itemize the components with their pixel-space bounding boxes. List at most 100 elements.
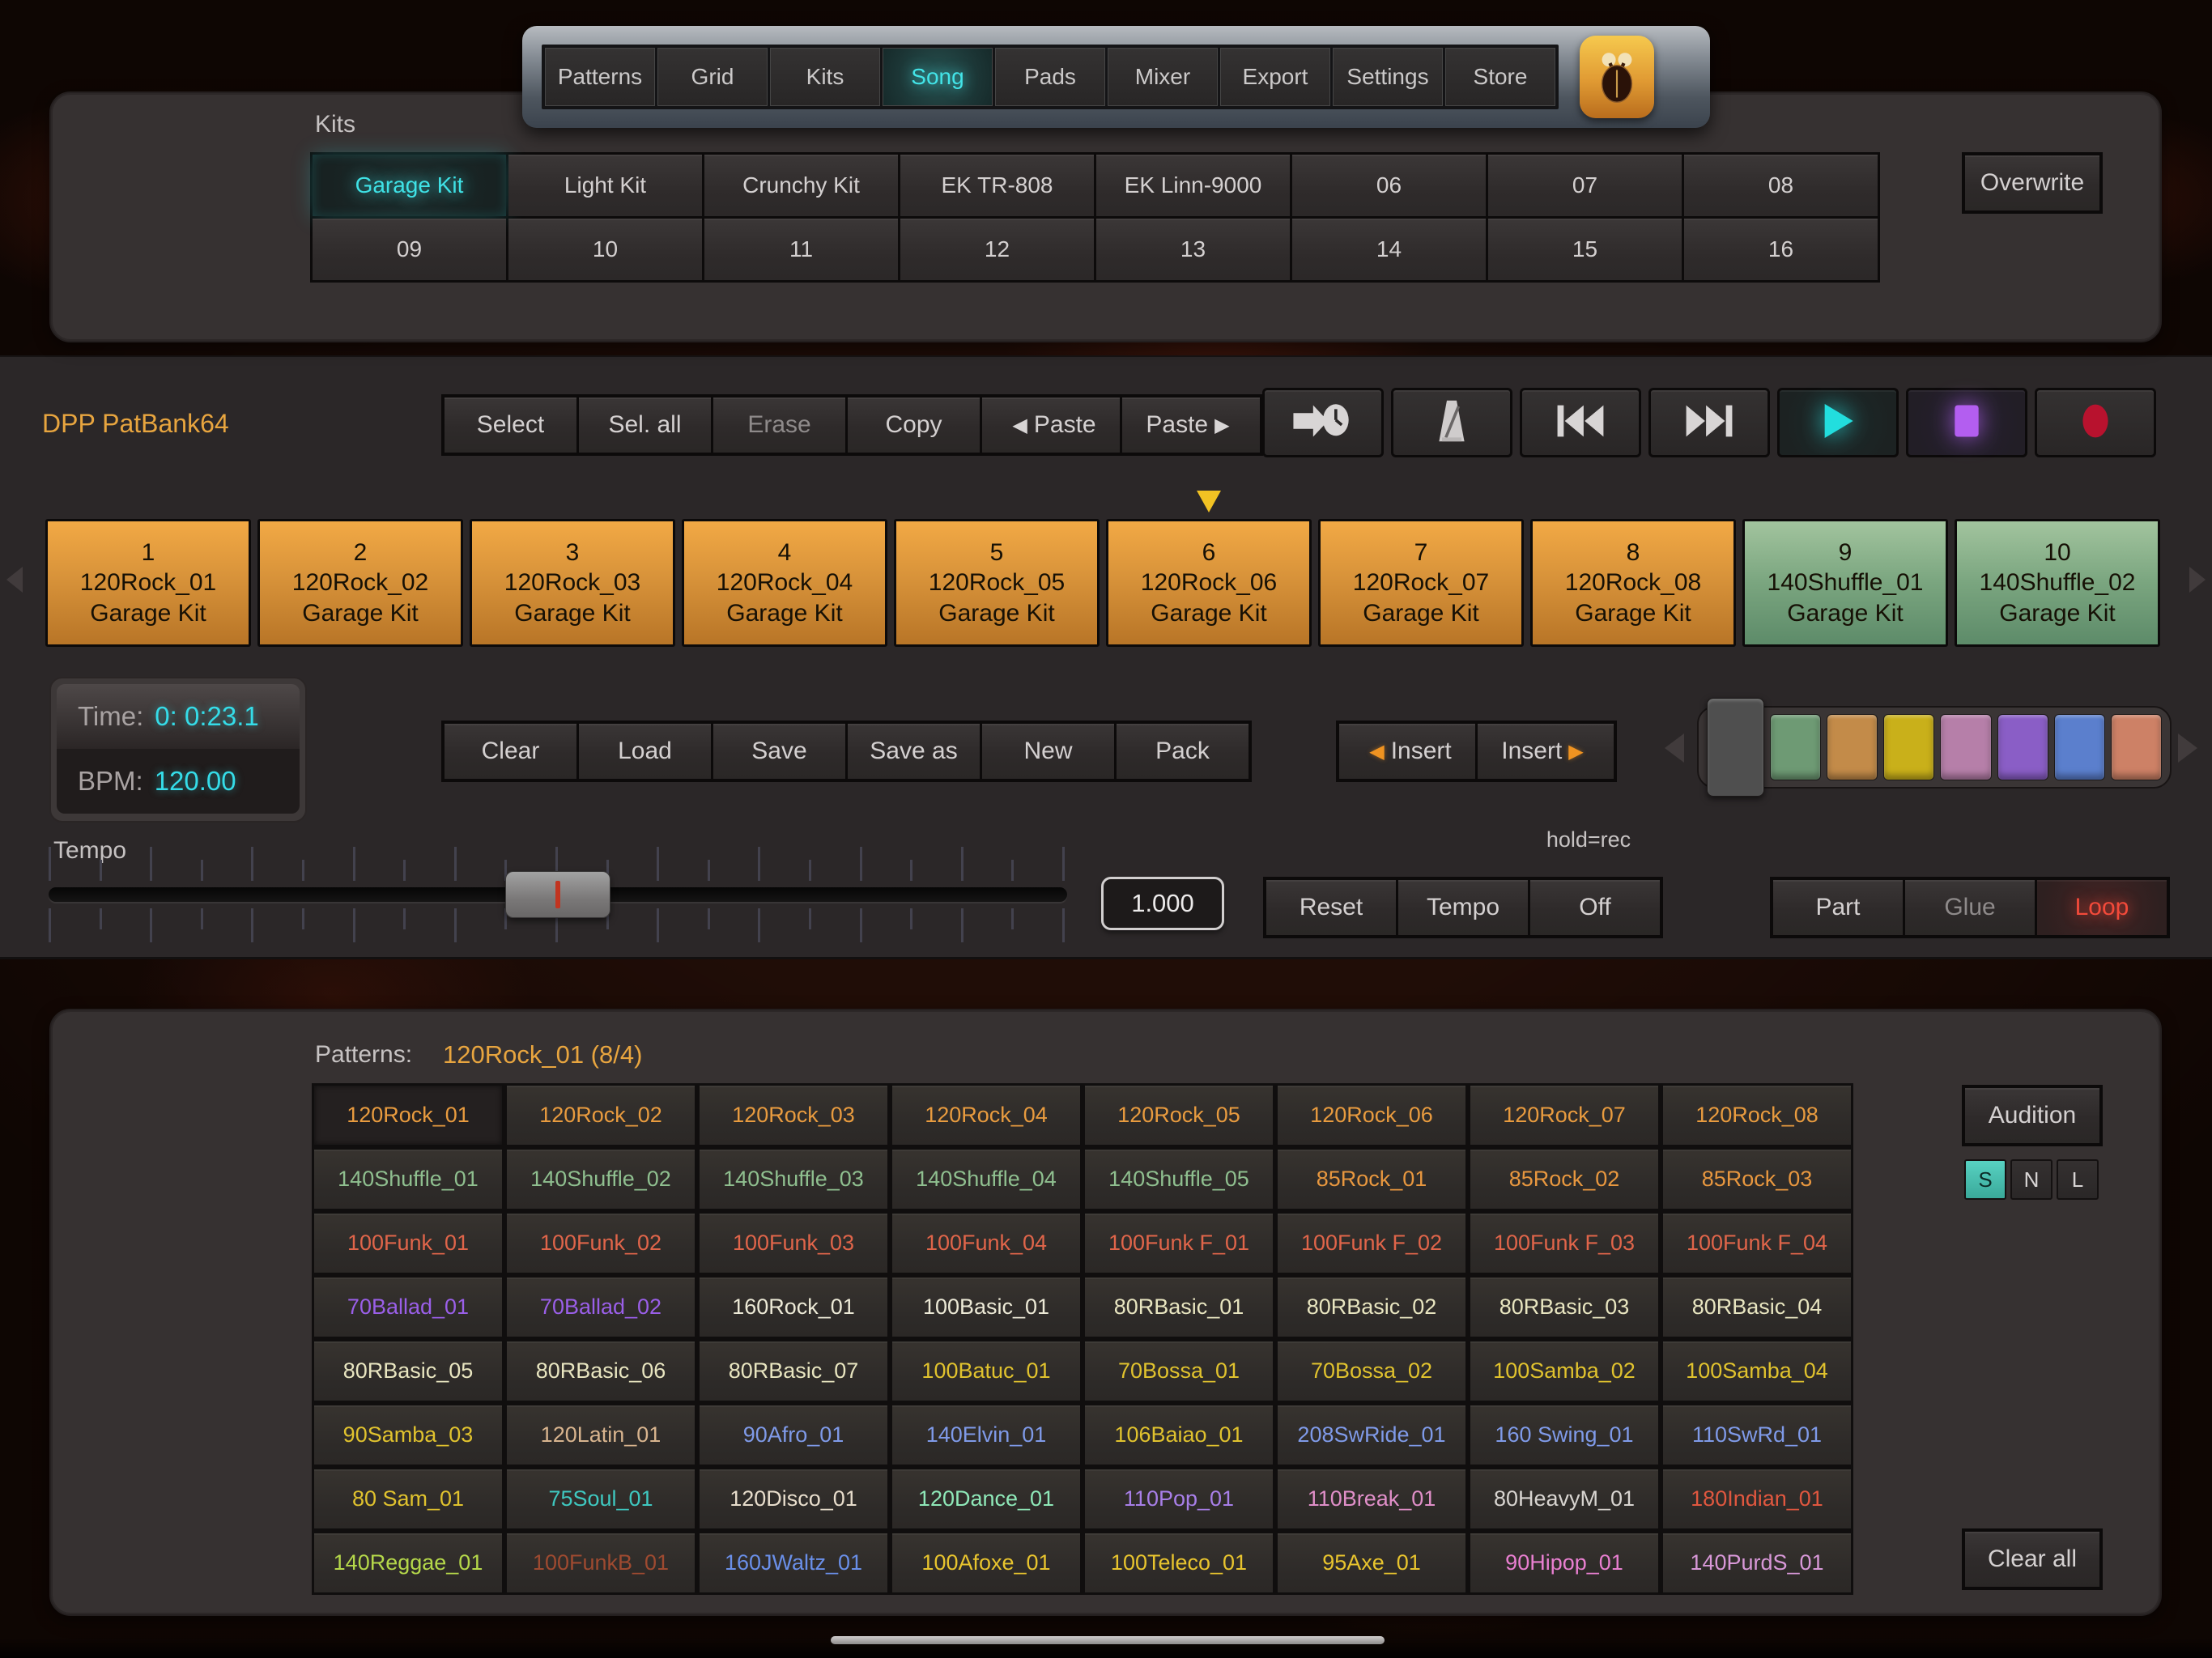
pattern-cell-70ballad-01[interactable]: 70Ballad_01 (312, 1275, 504, 1339)
pattern-cell-80rbasic-06[interactable]: 80RBasic_06 (504, 1339, 697, 1403)
pattern-cell-120rock-08[interactable]: 120Rock_08 (1661, 1083, 1853, 1147)
palette-swatch[interactable] (1827, 714, 1878, 780)
pattern-cell-100teleco-01[interactable]: 100Teleco_01 (1083, 1531, 1275, 1595)
pattern-cell-180indian-01[interactable]: 180Indian_01 (1661, 1467, 1853, 1531)
palette-swatch[interactable] (2111, 714, 2162, 780)
snl-l-button[interactable]: L (2057, 1159, 2099, 1200)
pattern-cell-160-swing-01[interactable]: 160 Swing_01 (1468, 1403, 1661, 1467)
song-slot-4[interactable]: 4120Rock_04Garage Kit (682, 519, 887, 647)
pattern-cell-70bossa-01[interactable]: 70Bossa_01 (1083, 1339, 1275, 1403)
pattern-cell-100funk-03[interactable]: 100Funk_03 (697, 1211, 890, 1275)
pattern-cell-80rbasic-05[interactable]: 80RBasic_05 (312, 1339, 504, 1403)
pattern-cell-80rbasic-02[interactable]: 80RBasic_02 (1275, 1275, 1468, 1339)
load-button[interactable]: Load (579, 724, 711, 779)
tempo-button[interactable]: Tempo (1398, 880, 1528, 935)
scroll-left-icon[interactable] (6, 567, 23, 593)
pattern-cell-100funk-f-02[interactable]: 100Funk F_02 (1275, 1211, 1468, 1275)
pattern-cell-120rock-06[interactable]: 120Rock_06 (1275, 1083, 1468, 1147)
pattern-cell-120rock-03[interactable]: 120Rock_03 (697, 1083, 890, 1147)
pattern-cell-85rock-01[interactable]: 85Rock_01 (1275, 1147, 1468, 1211)
pattern-cell-140purds-01[interactable]: 140PurdS_01 (1661, 1531, 1853, 1595)
tab-patterns[interactable]: Patterns (545, 48, 655, 106)
tab-mixer[interactable]: Mixer (1108, 48, 1218, 106)
pattern-cell-120rock-01[interactable]: 120Rock_01 (312, 1083, 504, 1147)
pattern-cell-140shuffle-05[interactable]: 140Shuffle_05 (1083, 1147, 1275, 1211)
kit-button-09[interactable]: 09 (313, 219, 506, 280)
pattern-cell-160rock-01[interactable]: 160Rock_01 (697, 1275, 890, 1339)
pattern-cell-140elvin-01[interactable]: 140Elvin_01 (890, 1403, 1083, 1467)
save-button[interactable]: Save (713, 724, 845, 779)
new-button[interactable]: New (982, 724, 1114, 779)
pattern-cell-90hipop-01[interactable]: 90Hipop_01 (1468, 1531, 1661, 1595)
palette-swatch[interactable] (1883, 714, 1934, 780)
record-button[interactable] (2035, 388, 2156, 457)
stop-button[interactable] (1906, 388, 2027, 457)
palette-swatch[interactable] (1940, 714, 1991, 780)
song-slot-10[interactable]: 10140Shuffle_02Garage Kit (1955, 519, 2160, 647)
pattern-cell-75soul-01[interactable]: 75Soul_01 (504, 1467, 697, 1531)
kit-button-06[interactable]: 06 (1292, 155, 1486, 216)
tab-song[interactable]: Song (883, 48, 993, 106)
tempo-slider-handle[interactable] (505, 871, 610, 918)
part-button[interactable]: Part (1773, 880, 1903, 935)
pattern-cell-110break-01[interactable]: 110Break_01 (1275, 1467, 1468, 1531)
edit-paste-left[interactable]: ◀Paste (982, 397, 1120, 453)
pattern-cell-120latin-01[interactable]: 120Latin_01 (504, 1403, 697, 1467)
pattern-cell-120rock-05[interactable]: 120Rock_05 (1083, 1083, 1275, 1147)
pattern-cell-90afro-01[interactable]: 90Afro_01 (697, 1403, 890, 1467)
kit-button-ek-tr-808[interactable]: EK TR-808 (900, 155, 1094, 216)
off-button[interactable]: Off (1530, 880, 1660, 935)
pattern-cell-100samba-02[interactable]: 100Samba_02 (1468, 1339, 1661, 1403)
pattern-cell-80rbasic-01[interactable]: 80RBasic_01 (1083, 1275, 1275, 1339)
pattern-cell-70bossa-02[interactable]: 70Bossa_02 (1275, 1339, 1468, 1403)
insert-left-button[interactable]: ◀ Insert (1339, 724, 1475, 779)
edit-paste-right[interactable]: Paste▶ (1122, 397, 1260, 453)
audition-button[interactable]: Audition (1965, 1088, 2099, 1143)
pattern-cell-120rock-04[interactable]: 120Rock_04 (890, 1083, 1083, 1147)
drum-app-icon[interactable] (1580, 36, 1654, 118)
pattern-cell-106baiao-01[interactable]: 106Baiao_01 (1083, 1403, 1275, 1467)
pattern-cell-120rock-02[interactable]: 120Rock_02 (504, 1083, 697, 1147)
song-slot-2[interactable]: 2120Rock_02Garage Kit (257, 519, 463, 647)
rewind-start-button[interactable] (1520, 388, 1641, 457)
overwrite-button[interactable]: Overwrite (1965, 155, 2099, 210)
tab-grid[interactable]: Grid (657, 48, 768, 106)
kit-button-light-kit[interactable]: Light Kit (508, 155, 702, 216)
kit-button-08[interactable]: 08 (1684, 155, 1878, 216)
palette-left-icon[interactable] (1665, 733, 1684, 763)
pattern-cell-140shuffle-04[interactable]: 140Shuffle_04 (890, 1147, 1083, 1211)
palette-swatch[interactable] (1770, 714, 1821, 780)
tempo-multiplier-field[interactable]: 1.000 (1101, 877, 1224, 930)
snl-n-button[interactable]: N (2010, 1159, 2052, 1200)
pattern-cell-80rbasic-04[interactable]: 80RBasic_04 (1661, 1275, 1853, 1339)
pattern-cell-85rock-02[interactable]: 85Rock_02 (1468, 1147, 1661, 1211)
pattern-cell-120disco-01[interactable]: 120Disco_01 (697, 1467, 890, 1531)
song-slot-9[interactable]: 9140Shuffle_01Garage Kit (1742, 519, 1948, 647)
snl-s-button[interactable]: S (1964, 1159, 2006, 1200)
pattern-cell-140shuffle-02[interactable]: 140Shuffle_02 (504, 1147, 697, 1211)
kit-button-11[interactable]: 11 (704, 219, 898, 280)
pattern-cell-160jwaltz-01[interactable]: 160JWaltz_01 (697, 1531, 890, 1595)
palette-right-icon[interactable] (2178, 733, 2197, 763)
tab-store[interactable]: Store (1445, 48, 1555, 106)
pattern-cell-80rbasic-07[interactable]: 80RBasic_07 (697, 1339, 890, 1403)
kit-button-garage-kit[interactable]: Garage Kit (313, 155, 506, 216)
save-as-button[interactable]: Save as (848, 724, 980, 779)
edit-erase[interactable]: Erase (713, 397, 845, 453)
pattern-cell-70ballad-02[interactable]: 70Ballad_02 (504, 1275, 697, 1339)
kit-button-14[interactable]: 14 (1292, 219, 1486, 280)
pattern-cell-80heavym-01[interactable]: 80HeavyM_01 (1468, 1467, 1661, 1531)
pattern-cell-80-sam-01[interactable]: 80 Sam_01 (312, 1467, 504, 1531)
pattern-cell-120dance-01[interactable]: 120Dance_01 (890, 1467, 1083, 1531)
loop-button[interactable]: Loop (2037, 880, 2167, 935)
pattern-cell-100basic-01[interactable]: 100Basic_01 (890, 1275, 1083, 1339)
tab-pads[interactable]: Pads (995, 48, 1105, 106)
clear-all-button[interactable]: Clear all (1965, 1532, 2099, 1587)
kit-button-ek-linn-9000[interactable]: EK Linn-9000 (1096, 155, 1290, 216)
palette-swatch[interactable] (2054, 714, 2105, 780)
palette-swatch-selected[interactable] (1707, 698, 1764, 797)
edit-sel-all[interactable]: Sel. all (579, 397, 711, 453)
song-slot-5[interactable]: 5120Rock_05Garage Kit (894, 519, 1100, 647)
pattern-cell-90samba-03[interactable]: 90Samba_03 (312, 1403, 504, 1467)
play-button[interactable] (1777, 388, 1899, 457)
